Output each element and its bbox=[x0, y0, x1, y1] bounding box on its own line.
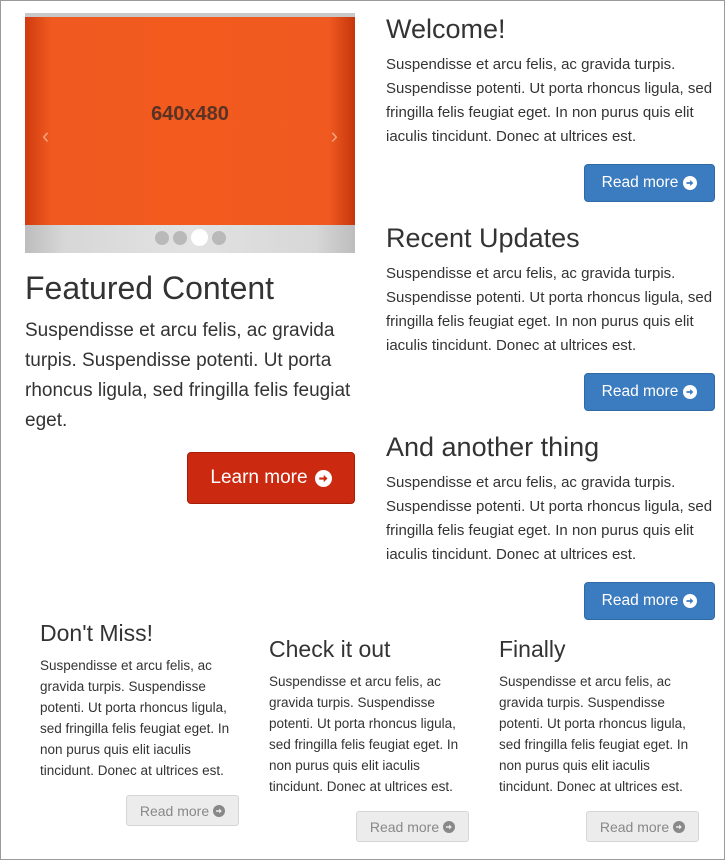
section-text: Suspendisse et arcu felis, ac gravida tu… bbox=[40, 658, 230, 778]
image-carousel[interactable]: 640x480 ‹ › bbox=[25, 13, 355, 253]
section-text: Suspendisse et arcu felis, ac gravida tu… bbox=[499, 674, 689, 794]
read-more-button[interactable]: Read more bbox=[356, 811, 469, 842]
learn-more-label: Learn more bbox=[210, 467, 308, 488]
section-another-thing: And another thing Suspendisse et arcu fe… bbox=[386, 431, 716, 567]
learn-more-button[interactable]: Learn more bbox=[187, 452, 355, 504]
slide-placeholder-label: 640x480 bbox=[151, 103, 229, 125]
section-welcome: Welcome! Suspendisse et arcu felis, ac g… bbox=[386, 13, 716, 149]
section-title: Recent Updates bbox=[386, 223, 580, 253]
carousel-indicator-strip bbox=[25, 225, 355, 253]
section-text: Suspendisse et arcu felis, ac gravida tu… bbox=[386, 265, 713, 354]
carousel-indicator-active[interactable] bbox=[190, 229, 208, 246]
carousel-next-icon[interactable]: › bbox=[331, 123, 338, 149]
circle-arrow-right-icon bbox=[314, 469, 332, 487]
section-text: Suspendisse et arcu felis, ac gravida tu… bbox=[386, 56, 713, 145]
read-more-label: Read more bbox=[369, 818, 440, 835]
carousel-indicator[interactable] bbox=[172, 231, 187, 245]
section-check-it-out: Check it out Suspendisse et arcu felis, … bbox=[269, 635, 474, 797]
section-title: And another thing bbox=[386, 432, 600, 462]
section-recent-updates: Recent Updates Suspendisse et arcu felis… bbox=[386, 222, 716, 358]
read-more-label: Read more bbox=[599, 818, 670, 835]
read-more-button[interactable]: Read more bbox=[584, 164, 715, 202]
section-title: Finally bbox=[499, 636, 566, 662]
read-more-button[interactable]: Read more bbox=[584, 373, 715, 411]
featured-text: Suspendisse et arcu felis, ac gravida tu… bbox=[25, 320, 351, 431]
read-more-button[interactable]: Read more bbox=[586, 811, 699, 842]
section-title: Don't Miss! bbox=[40, 620, 154, 646]
circle-arrow-right-icon bbox=[673, 820, 686, 833]
carousel-indicator[interactable] bbox=[211, 231, 226, 245]
read-more-label: Read more bbox=[601, 174, 679, 191]
carousel-slide: 640x480 bbox=[25, 17, 355, 237]
carousel-indicator[interactable] bbox=[154, 231, 169, 245]
section-text: Suspendisse et arcu felis, ac gravida tu… bbox=[386, 474, 713, 563]
circle-arrow-right-icon bbox=[683, 594, 698, 608]
section-text: Suspendisse et arcu felis, ac gravida tu… bbox=[269, 674, 459, 794]
circle-arrow-right-icon bbox=[213, 804, 226, 817]
read-more-label: Read more bbox=[601, 383, 679, 400]
read-more-button[interactable]: Read more bbox=[584, 582, 715, 620]
circle-arrow-right-icon bbox=[683, 385, 698, 399]
featured-title: Featured Content bbox=[25, 270, 275, 306]
read-more-button[interactable]: Read more bbox=[126, 795, 239, 826]
section-title: Check it out bbox=[269, 636, 391, 662]
read-more-label: Read more bbox=[139, 802, 210, 819]
section-finally: Finally Suspendisse et arcu felis, ac gr… bbox=[499, 635, 704, 797]
section-dont-miss: Don't Miss! Suspendisse et arcu felis, a… bbox=[40, 619, 245, 781]
section-title: Welcome! bbox=[386, 14, 506, 44]
carousel-prev-icon[interactable]: ‹ bbox=[42, 123, 49, 149]
circle-arrow-right-icon bbox=[683, 176, 698, 190]
read-more-label: Read more bbox=[601, 592, 679, 609]
circle-arrow-right-icon bbox=[443, 820, 456, 833]
carousel-indicators bbox=[25, 229, 355, 246]
